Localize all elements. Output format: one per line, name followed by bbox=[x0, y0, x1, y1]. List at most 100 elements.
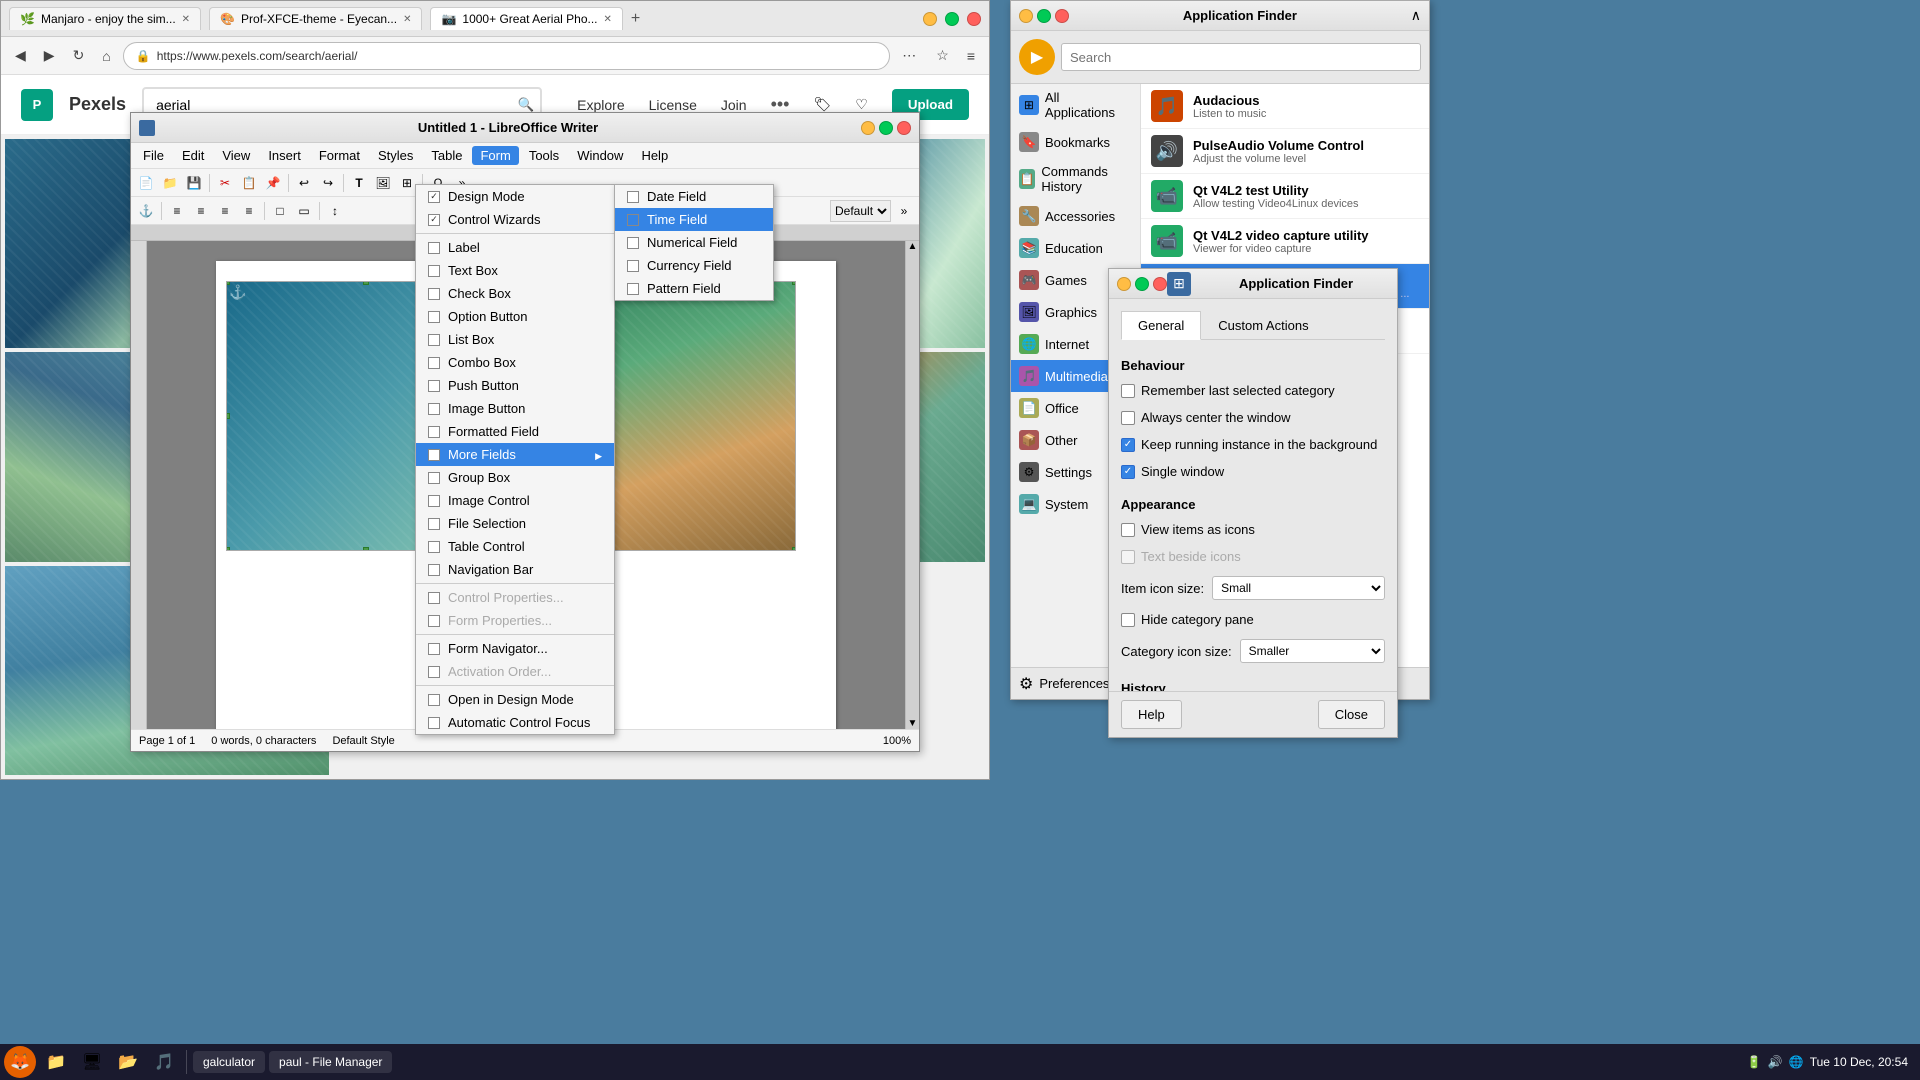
menu-option-button[interactable]: Option Button bbox=[416, 305, 614, 328]
menu-image-control[interactable]: Image Control bbox=[416, 489, 614, 512]
menu-table-control[interactable]: Table Control bbox=[416, 535, 614, 558]
tb-open[interactable]: 📁 bbox=[159, 172, 181, 194]
menu-window[interactable]: Window bbox=[569, 146, 631, 165]
handle-ml-1[interactable] bbox=[226, 413, 230, 419]
handle-bl-1[interactable] bbox=[226, 547, 230, 551]
menu-table[interactable]: Table bbox=[423, 146, 470, 165]
tb2-anchor[interactable]: ⚓ bbox=[135, 200, 157, 222]
afl-close[interactable] bbox=[1153, 277, 1167, 291]
menu-insert[interactable]: Insert bbox=[260, 146, 309, 165]
tb-paste[interactable]: 📌 bbox=[262, 172, 284, 194]
scroll-up[interactable]: ▲ bbox=[908, 241, 918, 252]
tb2-arrow[interactable]: ↕ bbox=[324, 200, 346, 222]
remember-category-checkbox[interactable] bbox=[1121, 384, 1135, 398]
menu-button[interactable]: ≡ bbox=[961, 44, 981, 68]
lo-maximize[interactable] bbox=[879, 121, 893, 135]
app-qt-v4l2-capture[interactable]: 📹 Qt V4L2 video capture utility Viewer f… bbox=[1141, 219, 1429, 264]
afl-tab-custom-actions[interactable]: Custom Actions bbox=[1201, 311, 1325, 339]
autocontrol-checkbox[interactable] bbox=[428, 717, 440, 729]
tb-text-mode[interactable]: T bbox=[348, 172, 370, 194]
tb2-more2[interactable]: » bbox=[893, 200, 915, 222]
af-play-button[interactable]: ▶ bbox=[1019, 39, 1055, 75]
handle-tm-1[interactable] bbox=[363, 281, 369, 285]
tb-copy[interactable]: 📋 bbox=[238, 172, 260, 194]
af-small-minimize[interactable] bbox=[1019, 9, 1033, 23]
submenu-currency-field[interactable]: Currency Field bbox=[615, 254, 773, 277]
af-nav-bookmarks[interactable]: 🔖 Bookmarks bbox=[1011, 126, 1140, 158]
design-mode-checkbox[interactable] bbox=[428, 191, 440, 203]
browser-minimize[interactable] bbox=[923, 12, 937, 26]
menu-format[interactable]: Format bbox=[311, 146, 368, 165]
control-wizards-checkbox[interactable] bbox=[428, 214, 440, 226]
text-beside-icons-checkbox[interactable] bbox=[1121, 550, 1135, 564]
item-icon-size-select[interactable]: Small Normal Large bbox=[1212, 576, 1385, 600]
taskbar-vlc-app[interactable]: 🎵 bbox=[148, 1046, 180, 1078]
menu-file-selection[interactable]: File Selection bbox=[416, 512, 614, 535]
tb2-bg[interactable]: ▭ bbox=[293, 200, 315, 222]
menu-help[interactable]: Help bbox=[633, 146, 676, 165]
taskbar-galculator[interactable]: galculator bbox=[193, 1051, 265, 1073]
menu-formatted-field[interactable]: Formatted Field bbox=[416, 420, 614, 443]
afl-maximize[interactable] bbox=[1135, 277, 1149, 291]
style-select[interactable]: Default bbox=[830, 200, 891, 222]
submenu-numerical-field[interactable]: Numerical Field bbox=[615, 231, 773, 254]
menu-label[interactable]: Label bbox=[416, 236, 614, 259]
tb-insert-image[interactable]: 🖼 bbox=[372, 172, 394, 194]
scroll-down[interactable]: ▼ bbox=[908, 718, 918, 729]
tb-save[interactable]: 💾 bbox=[183, 172, 205, 194]
browser-close[interactable] bbox=[967, 12, 981, 26]
menu-edit[interactable]: Edit bbox=[174, 146, 212, 165]
af-nav-accessories[interactable]: 🔧 Accessories bbox=[1011, 200, 1140, 232]
tab-2-close[interactable]: ✕ bbox=[403, 14, 411, 25]
back-button[interactable]: ◀ bbox=[9, 43, 32, 68]
browser-tab-3[interactable]: 📷 1000+ Great Aerial Pho... ✕ bbox=[430, 7, 622, 30]
tb2-justify[interactable]: ≡ bbox=[238, 200, 260, 222]
app-qt-v4l2-test[interactable]: 📹 Qt V4L2 test Utility Allow testing Vid… bbox=[1141, 174, 1429, 219]
tb-new[interactable]: 📄 bbox=[135, 172, 157, 194]
bookmark-button[interactable]: ☆ bbox=[930, 43, 955, 68]
address-bar[interactable]: 🔒 https://www.pexels.com/search/aerial/ bbox=[123, 42, 891, 70]
menu-image-button[interactable]: Image Button bbox=[416, 397, 614, 420]
af-nav-all-applications[interactable]: ⊞ All Applications bbox=[1011, 84, 1140, 126]
menu-push-button[interactable]: Push Button bbox=[416, 374, 614, 397]
tab-3-close[interactable]: ✕ bbox=[604, 14, 612, 25]
license-link[interactable]: License bbox=[649, 97, 697, 113]
menu-control-wizards[interactable]: Control Wizards bbox=[416, 208, 614, 231]
menu-form[interactable]: Form bbox=[472, 146, 518, 165]
lo-minimize[interactable] bbox=[861, 121, 875, 135]
tb2-align-c[interactable]: ≡ bbox=[190, 200, 212, 222]
keep-running-checkbox[interactable] bbox=[1121, 438, 1135, 452]
app-pulseaudio[interactable]: 🔊 PulseAudio Volume Control Adjust the v… bbox=[1141, 129, 1429, 174]
menu-check-box[interactable]: Check Box bbox=[416, 282, 614, 305]
tb2-align-l[interactable]: ≡ bbox=[166, 200, 188, 222]
menu-more-fields[interactable]: More Fields bbox=[416, 443, 614, 466]
tb2-align-r[interactable]: ≡ bbox=[214, 200, 236, 222]
category-icon-size-select[interactable]: Smaller Small Normal bbox=[1240, 639, 1385, 663]
join-link[interactable]: Join bbox=[721, 97, 747, 113]
handle-br-2[interactable] bbox=[792, 547, 796, 551]
save-button[interactable]: 🏷 bbox=[813, 96, 831, 113]
menu-list-box[interactable]: List Box bbox=[416, 328, 614, 351]
menu-view[interactable]: View bbox=[214, 146, 258, 165]
taskbar-file-manager[interactable]: paul - File Manager bbox=[269, 1051, 392, 1073]
taskbar-terminal[interactable]: 🖥 bbox=[76, 1046, 108, 1078]
extensions-button[interactable]: ⋯ bbox=[896, 43, 922, 68]
menu-combo-box[interactable]: Combo Box bbox=[416, 351, 614, 374]
forward-button[interactable]: ▶ bbox=[38, 43, 61, 68]
browser-tab-1[interactable]: 🌿 Manjaro - enjoy the sim... ✕ bbox=[9, 7, 201, 30]
menu-text-box[interactable]: Text Box bbox=[416, 259, 614, 282]
af-small-maximize[interactable] bbox=[1037, 9, 1051, 23]
menu-auto-control-focus[interactable]: Automatic Control Focus bbox=[416, 711, 614, 734]
tb-cut[interactable]: ✂ bbox=[214, 172, 236, 194]
af-collapse-button[interactable]: ∧ bbox=[1411, 7, 1421, 24]
explore-link[interactable]: Explore bbox=[577, 97, 624, 113]
afl-help-button[interactable]: Help bbox=[1121, 700, 1182, 729]
app-audacious[interactable]: 🎵 Audacious Listen to music bbox=[1141, 84, 1429, 129]
opendesign-checkbox[interactable] bbox=[428, 694, 440, 706]
tb-redo[interactable]: ↪ bbox=[317, 172, 339, 194]
af-nav-education[interactable]: 📚 Education bbox=[1011, 232, 1140, 264]
lo-scrollbar-v[interactable]: ▲ ▼ bbox=[905, 241, 919, 729]
browser-tab-2[interactable]: 🎨 Prof-XFCE-theme - Eyecan... ✕ bbox=[209, 7, 422, 30]
view-icons-checkbox[interactable] bbox=[1121, 523, 1135, 537]
menu-file[interactable]: File bbox=[135, 146, 172, 165]
